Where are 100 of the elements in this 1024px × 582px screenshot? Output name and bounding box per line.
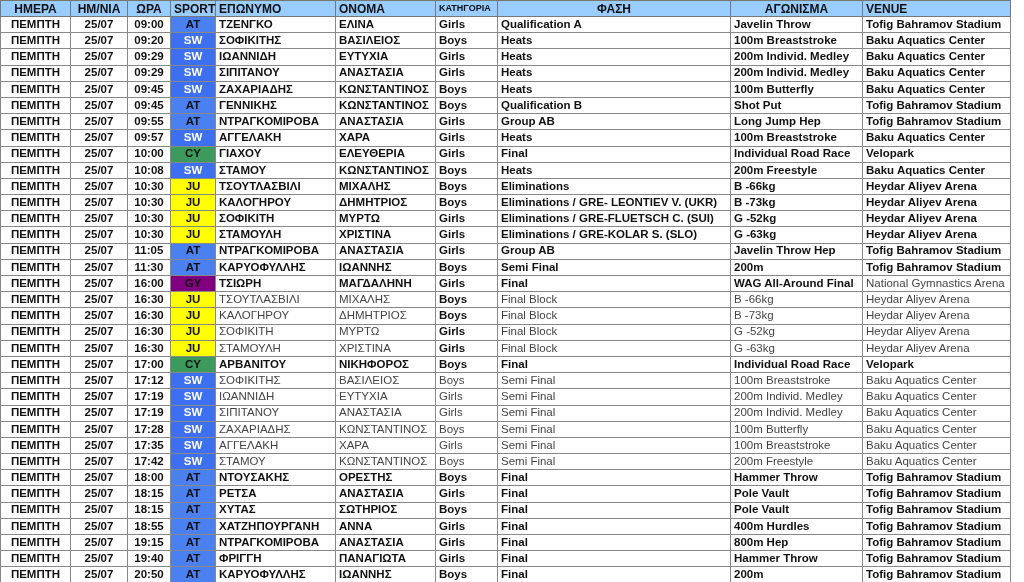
table-cell: ΣΟΦΙΚΙΤΗΣ (215, 32, 336, 49)
table-cell: ΑΓΓΕΛΑΚΗ (215, 129, 336, 146)
table-cell: ΝΙΚΗΦΟΡΟΣ (335, 356, 436, 373)
table-cell: ΚΩΝΣΤΑΝΤΙΝΟΣ (335, 162, 436, 179)
table-cell: 25/07 (70, 502, 128, 519)
table-cell: ΡΕΤΣΑ (215, 485, 336, 503)
table-cell: ΑΝΑΣΤΑΣΙΑ (335, 534, 436, 551)
table-cell: Boys (435, 356, 498, 373)
table-cell: ΖΑΧΑΡΙΑΔΗΣ (215, 421, 336, 438)
table-cell: Shot Put (730, 97, 863, 114)
table-cell: ΧΑΡΑ (335, 437, 436, 454)
table-cell: 11:05 (127, 243, 171, 260)
table-cell: Long Jump Hep (730, 113, 863, 130)
table-cell: Javelin Throw Hep (730, 243, 863, 260)
table-cell: Boys (435, 194, 498, 211)
table-cell: 09:45 (127, 81, 171, 98)
table-cell: Heydar Aliyev Arena (862, 307, 1011, 325)
table-cell: ΝΤΟΥΣΑΚΗΣ (215, 469, 336, 486)
table-cell: 17:35 (127, 437, 171, 454)
table-cell: ΣΟΦΙΚΙΤΗ (215, 324, 336, 341)
table-cell: Girls (435, 129, 498, 146)
column-header: ΕΠΩΝΥΜΟ (215, 0, 336, 17)
column-header: ΑΓΩΝΙΣΜΑ (730, 0, 863, 17)
table-cell: ΠΕΜΠΤΗ (0, 340, 71, 357)
table-cell: ΟΡΕΣΤΗΣ (335, 469, 436, 486)
table-cell: Boys (435, 502, 498, 519)
table-cell: ΜΑΓΔΑΛΗΝΗ (335, 275, 436, 292)
table-cell: Individual Road Race (730, 146, 863, 163)
table-cell: Velopark (862, 356, 1011, 373)
table-cell: 200m Freestyle (730, 162, 863, 179)
table-cell: Boys (435, 81, 498, 98)
table-cell: ΧΥΤΑΣ (215, 502, 336, 519)
table-cell: Final Block (497, 324, 731, 341)
table-cell: Baku Aquatics Center (862, 453, 1011, 470)
table-cell: ΤΣΟΥΤΛΑΣΒΙΛΙ (215, 178, 336, 195)
table-cell: 25/07 (70, 453, 128, 470)
table-cell: 18:00 (127, 469, 171, 486)
table-cell: 09:45 (127, 97, 171, 114)
table-cell: 16:30 (127, 307, 171, 325)
table-cell: Pole Vault (730, 485, 863, 503)
table-cell: ΧΡΙΣΤΙΝΑ (335, 340, 436, 357)
table-cell: ΤΣΟΥΤΛΑΣΒΙΛΙ (215, 291, 336, 308)
table-cell: 25/07 (70, 178, 128, 195)
table-cell: Tofig Bahramov Stadium (862, 469, 1011, 486)
table-cell: Baku Aquatics Center (862, 372, 1011, 389)
table-cell: ΚΑΛΟΓΗΡΟΥ (215, 307, 336, 325)
table-cell: 25/07 (70, 485, 128, 503)
table-cell: Baku Aquatics Center (862, 65, 1011, 82)
table-cell: 25/07 (70, 113, 128, 130)
table-cell: Heydar Aliyev Arena (862, 194, 1011, 211)
table-cell: ΚΩΝΣΤΑΝΤΙΝΟΣ (335, 81, 436, 98)
table-cell: 17:42 (127, 453, 171, 470)
table-cell: ΑΓΓΕΛΑΚΗ (215, 437, 336, 454)
table-cell: 200m (730, 259, 863, 276)
table-cell: 10:30 (127, 178, 171, 195)
table-cell: ΔΗΜΗΤΡΙΟΣ (335, 194, 436, 211)
table-cell: 10:08 (127, 162, 171, 179)
table-cell: ΠΕΜΠΤΗ (0, 485, 71, 503)
table-cell: 25/07 (70, 194, 128, 211)
table-cell: 25/07 (70, 421, 128, 438)
table-cell: ΣΤΑΜΟΥ (215, 453, 336, 470)
table-cell: 25/07 (70, 534, 128, 551)
table-cell: Final Block (497, 291, 731, 308)
table-cell: ΤΣΙΩΡΗ (215, 275, 336, 292)
table-cell: 400m Hurdles (730, 518, 863, 535)
table-cell: ΠΕΜΠΤΗ (0, 388, 71, 405)
table-cell: 100m Butterfly (730, 81, 863, 98)
table-cell: Girls (435, 550, 498, 567)
table-cell: ΠΕΜΠΤΗ (0, 356, 71, 373)
table-cell: Baku Aquatics Center (862, 437, 1011, 454)
table-cell: ΣΙΠΙΤΑΝΟΥ (215, 405, 336, 422)
table-cell: 16:30 (127, 324, 171, 341)
table-cell: Girls (435, 388, 498, 405)
table-cell: ΚΑΡΥΟΦΥΛΛΗΣ (215, 259, 336, 276)
table-cell: Tofig Bahramov Stadium (862, 550, 1011, 567)
table-cell: 11:30 (127, 259, 171, 276)
table-cell: Heats (497, 129, 731, 146)
table-cell: 17:00 (127, 356, 171, 373)
table-cell: 25/07 (70, 16, 128, 33)
table-cell: 25/07 (70, 550, 128, 567)
table-cell: Boys (435, 32, 498, 49)
table-cell: 19:15 (127, 534, 171, 551)
column-header: ΦΑΣΗ (497, 0, 731, 17)
table-cell: 25/07 (70, 340, 128, 357)
table-cell: 25/07 (70, 518, 128, 535)
table-cell: Boys (435, 421, 498, 438)
table-cell: ΠΕΜΠΤΗ (0, 291, 71, 308)
table-cell: G -63kg (730, 340, 863, 357)
table-cell: 09:00 (127, 16, 171, 33)
table-cell: Baku Aquatics Center (862, 48, 1011, 66)
table-cell: Tofig Bahramov Stadium (862, 534, 1011, 551)
table-cell: ΠΕΜΠΤΗ (0, 146, 71, 163)
table-cell: 18:15 (127, 485, 171, 503)
table-cell: Hammer Throw (730, 550, 863, 567)
table-cell: ΠΕΜΠΤΗ (0, 324, 71, 341)
table-cell: 25/07 (70, 275, 128, 292)
table-cell: ΧΑΡΑ (335, 129, 436, 146)
table-cell: WAG All-Around Final (730, 275, 863, 292)
table-cell: Semi Final (497, 437, 731, 454)
table-cell: ΠΕΜΠΤΗ (0, 32, 71, 49)
